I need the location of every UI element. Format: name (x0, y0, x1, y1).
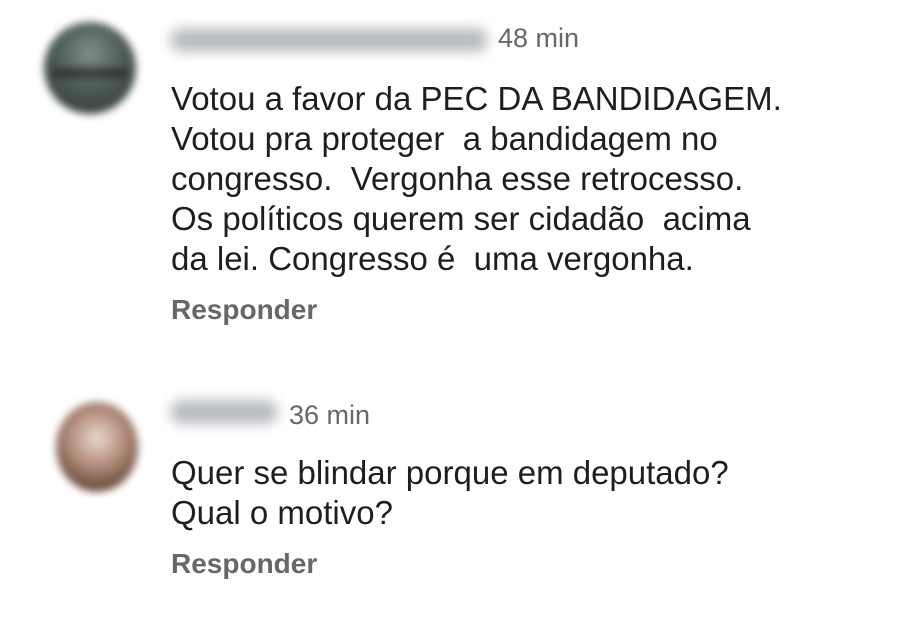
comment-text-line: Os políticos querem ser cidadão acima (171, 200, 751, 237)
comment-text-line: congresso. Vergonha esse retrocesso. (171, 160, 744, 197)
comment-text-line: Quer se blindar porque em deputado? (171, 454, 729, 491)
comment-text: Votou a favor da PEC DA BANDIDAGEM. Votou… (171, 79, 782, 279)
comment-text-line: da lei. Congresso é uma vergonha. (171, 240, 694, 277)
comment-text-line: Votou a favor da PEC DA BANDIDAGEM. (171, 80, 782, 117)
comment-text: Quer se blindar porque em deputado? Qual … (171, 453, 729, 533)
blurred-author-name[interactable] (170, 28, 488, 52)
comment-timestamp: 48 min (498, 23, 580, 53)
avatar[interactable] (44, 22, 136, 114)
comment-text-line: Votou pra proteger a bandidagem no (171, 120, 718, 157)
comment-item: 36 min Quer se blindar porque em deputad… (0, 380, 900, 620)
comment-item: 48 min Votou a favor da PEC DA BANDIDAGE… (0, 0, 900, 340)
comment-text-line: Qual o motivo? (171, 494, 393, 531)
blurred-author-name[interactable] (170, 400, 278, 424)
comment-timestamp: 36 min (289, 400, 371, 430)
avatar[interactable] (56, 402, 138, 492)
reply-button[interactable]: Responder (171, 548, 317, 580)
reply-button[interactable]: Responder (171, 294, 317, 326)
